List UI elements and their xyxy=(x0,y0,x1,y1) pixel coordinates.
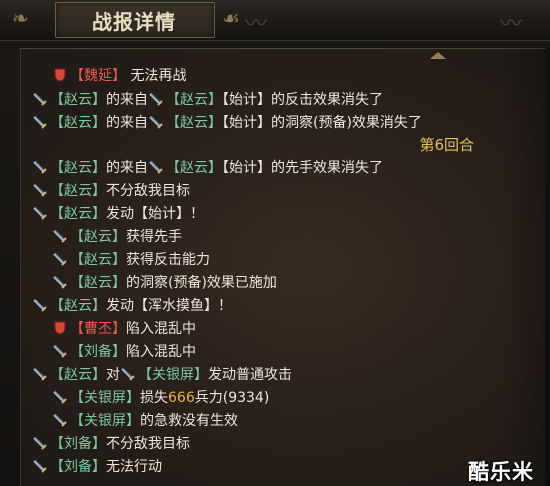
sword-icon xyxy=(32,436,48,450)
log-line: 【赵云】对 【关银屏】发动普通攻击 xyxy=(32,364,292,386)
round-label: 第6回合 xyxy=(419,136,474,154)
general-name: 【赵云】 xyxy=(70,229,126,245)
sword-icon xyxy=(32,298,48,312)
log-line: 【赵云】不分敌我目标 xyxy=(32,180,190,202)
log-line: 【赵云】的来自 【赵云】【始计】的先手效果消失了 xyxy=(32,157,383,179)
general-name: 【赵云】 xyxy=(50,298,106,314)
sword-icon xyxy=(52,252,68,266)
log-text: 对 xyxy=(106,367,120,383)
general-name: 【魏延】 xyxy=(70,68,126,84)
sword-icon xyxy=(32,115,48,129)
log-line: 【关银屏】损失666兵力(9334) xyxy=(52,387,269,409)
sword-icon xyxy=(32,459,48,473)
general-name: 【赵云】 xyxy=(166,160,222,176)
sword-icon xyxy=(148,160,164,174)
log-line: 【刘备】无法行动 xyxy=(32,456,162,478)
general-name: 【赵云】 xyxy=(50,92,106,108)
log-text: 发动【浑水摸鱼】！ xyxy=(106,298,232,314)
general-name: 【关银屏】 xyxy=(70,413,140,429)
battle-report-window: 〰 〰 ❧ ☙ 战报详情 【魏延】 无法再战 【赵云】的来自 【赵云】【始计】的反击… xyxy=(0,0,550,486)
log-text: 的洞察(预备)效果已施加 xyxy=(126,275,277,291)
log-line: 【赵云】获得反击能力 xyxy=(52,249,210,271)
log-text: 【始计】的先手效果消失了 xyxy=(222,160,383,176)
general-name: 【赵云】 xyxy=(166,92,222,108)
general-name: 【刘备】 xyxy=(50,459,106,475)
dragon-ornament-right-icon: ☙ xyxy=(222,6,240,30)
cloud-ornament-icon: 〰 xyxy=(500,12,523,37)
log-text: 陷入混乱中 xyxy=(126,321,196,337)
general-name: 【赵云】 xyxy=(50,206,106,222)
log-text: 【始计】的洞察(预备)效果消失了 xyxy=(222,115,422,131)
log-line: 【关银屏】的急救没有生效 xyxy=(52,410,238,432)
general-name: 【赵云】 xyxy=(70,252,126,268)
log-line: 【赵云】的洞察(预备)效果已施加 xyxy=(52,272,277,294)
log-text: 不分敌我目标 xyxy=(106,183,190,199)
general-name: 【关银屏】 xyxy=(138,367,208,383)
log-line: 【刘备】陷入混乱中 xyxy=(52,341,196,363)
damage-value: 666 xyxy=(168,390,195,406)
general-name: 【刘备】 xyxy=(50,436,106,452)
log-text: 的急救没有生效 xyxy=(140,413,238,429)
sword-icon xyxy=(148,92,164,106)
sword-icon xyxy=(32,160,48,174)
red-shield-icon xyxy=(52,68,68,82)
general-name: 【赵云】 xyxy=(50,115,106,131)
log-text: 发动普通攻击 xyxy=(208,367,292,383)
log-line: 【赵云】发动【始计】！ xyxy=(32,203,204,225)
general-name: 【赵云】 xyxy=(50,183,106,199)
sword-icon xyxy=(52,344,68,358)
sword-icon xyxy=(52,229,68,243)
general-name: 【赵云】 xyxy=(166,115,222,131)
sword-icon xyxy=(120,367,136,381)
log-text: 【始计】的反击效果消失了 xyxy=(222,92,383,108)
general-name: 【曹丕】 xyxy=(70,321,126,337)
log-text: 获得先手 xyxy=(126,229,182,245)
dragon-ornament-left-icon: ❧ xyxy=(12,6,29,30)
general-name: 【赵云】 xyxy=(50,367,106,383)
general-name: 【关银屏】 xyxy=(70,390,140,406)
cloud-ornament-icon: 〰 xyxy=(245,12,268,37)
log-text: 的来自 xyxy=(106,160,148,176)
panel-shade xyxy=(500,48,550,486)
log-text: 的来自 xyxy=(106,115,148,131)
log-line: 【赵云】的来自 【赵云】【始计】的反击效果消失了 xyxy=(32,89,383,111)
sword-icon xyxy=(52,275,68,289)
log-text: 发动【始计】！ xyxy=(106,206,204,222)
log-line: 【魏延】 无法再战 xyxy=(52,65,186,87)
log-text: 无法行动 xyxy=(106,459,162,475)
sword-icon xyxy=(32,183,48,197)
sword-icon xyxy=(32,206,48,220)
log-text: 的来自 xyxy=(106,92,148,108)
general-name: 【赵云】 xyxy=(70,275,126,291)
sword-icon xyxy=(52,413,68,427)
log-line: 【赵云】的来自 【赵云】【始计】的洞察(预备)效果消失了 xyxy=(32,112,422,134)
sword-icon xyxy=(32,92,48,106)
log-line: 【赵云】发动【浑水摸鱼】！ xyxy=(32,295,232,317)
page-title: 战报详情 xyxy=(92,10,176,34)
sword-icon xyxy=(148,115,164,129)
general-name: 【刘备】 xyxy=(70,344,126,360)
sword-icon xyxy=(52,390,68,404)
log-text: 兵力(9334) xyxy=(194,390,270,406)
log-line: 【赵云】获得先手 xyxy=(52,226,182,248)
log-line: 【刘备】不分敌我目标 xyxy=(32,433,190,455)
log-line: 【曹丕】陷入混乱中 xyxy=(52,318,196,340)
scroll-up-icon[interactable] xyxy=(430,52,446,59)
log-text: 陷入混乱中 xyxy=(126,344,196,360)
watermark: 酷乐米 xyxy=(468,460,534,484)
red-shield-icon xyxy=(52,321,68,335)
log-text: 无法再战 xyxy=(126,68,187,84)
general-name: 【赵云】 xyxy=(50,160,106,176)
log-text: 不分敌我目标 xyxy=(106,436,190,452)
sword-icon xyxy=(32,367,48,381)
log-text: 损失 xyxy=(140,390,168,406)
log-text: 获得反击能力 xyxy=(126,252,210,268)
